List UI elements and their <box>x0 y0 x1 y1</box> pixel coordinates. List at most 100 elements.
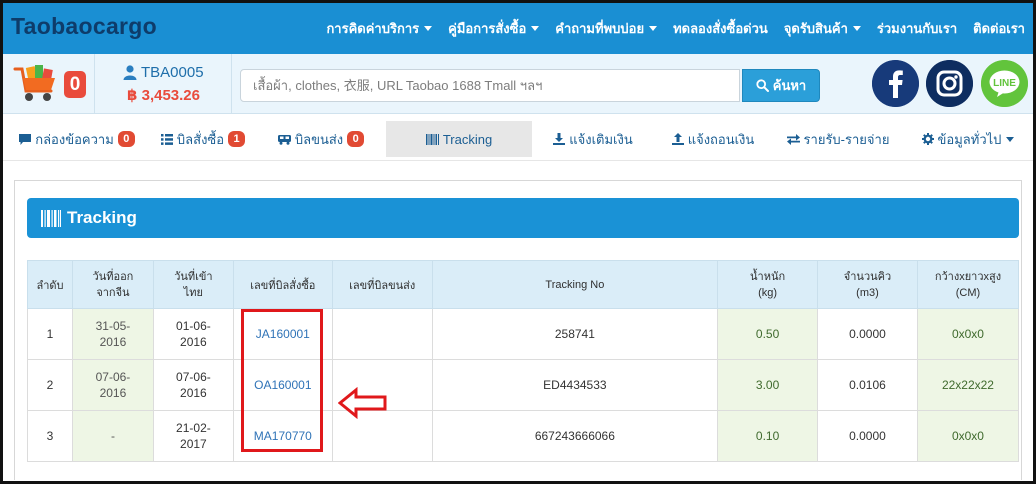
chevron-down-icon <box>852 26 861 31</box>
tab-topup[interactable]: แจ้งเติมเงิน <box>543 121 643 157</box>
col-header-dims: กว้างxยาวxสูง (CM) <box>916 260 1020 309</box>
nav-pricing-label: การคิดค่าบริการ <box>326 21 420 36</box>
chevron-down-icon <box>649 26 658 31</box>
cell-in-th: 07-06-2016 <box>152 359 234 411</box>
nav-order-guide[interactable]: คู่มือการสั่งซื้อ <box>448 18 540 39</box>
cell-cbm: 0.0000 <box>817 410 918 462</box>
nav-contact[interactable]: ติดต่อเรา <box>973 18 1025 39</box>
tab-tracking[interactable]: Tracking <box>386 121 532 157</box>
cell-weight: 0.50 <box>717 308 819 360</box>
col-header-weight: น้ำหนัก (kg) <box>717 260 819 309</box>
tab-shipping-bills[interactable]: บิลขนส่ง 0 <box>271 121 371 157</box>
upload-icon <box>671 133 684 145</box>
tab-income-expense[interactable]: รายรับ-รายจ่าย <box>784 121 892 157</box>
tab-orders-label: บิลสั่งซื้อ <box>176 131 225 147</box>
tab-withdraw-label: แจ้งถอนเงิน <box>687 131 755 147</box>
annotation-arrow-left-icon <box>338 387 387 419</box>
line-app-icon[interactable]: LINE <box>981 60 1028 107</box>
top-navbar: Taobaocargo การคิดค่าบริการ คู่มือการสั่… <box>3 3 1033 54</box>
list-icon <box>160 133 173 145</box>
tab-shipping-bills-label: บิลขนส่ง <box>294 131 344 147</box>
nav-trial-order[interactable]: ทดลองสั่งซื้อด่วน <box>673 18 768 39</box>
cell-out-cn: - <box>71 410 154 462</box>
cell-no: 3 <box>27 410 73 462</box>
col-header-no: ลำดับ <box>27 260 73 309</box>
shopping-cart-icon[interactable] <box>13 63 61 105</box>
cell-dims: 0x0x0 <box>916 410 1020 462</box>
gear-icon <box>921 133 934 145</box>
col-header-out-cn: วันที่ออกจากจีน <box>71 260 154 309</box>
cell-in-th: 01-06-2016 <box>152 308 234 360</box>
tab-topup-label: แจ้งเติมเงิน <box>569 131 633 147</box>
table-row: 1 31-05-2016 01-06-2016 JA160001 258741 … <box>27 308 1020 360</box>
search-input[interactable] <box>240 69 740 102</box>
search-button-label: ค้นหา <box>772 78 807 93</box>
svg-text:LINE: LINE <box>993 78 1016 89</box>
cell-ship-bill <box>331 308 433 360</box>
cell-out-cn: 31-05-2016 <box>71 308 154 360</box>
user-info: TBA0005 ฿ 3,453.26 <box>94 54 232 113</box>
cell-tracking-no: 667243666066 <box>431 410 719 462</box>
brand-logo[interactable]: Taobaocargo <box>11 13 157 40</box>
nav-pricing[interactable]: การคิดค่าบริการ <box>326 18 433 39</box>
nav-pickup-points-label: จุดรับสินค้า <box>783 21 848 36</box>
user-id: TBA0005 <box>141 64 204 81</box>
tab-general-info-label: ข้อมูลทั่วไป <box>937 131 1002 147</box>
cell-out-cn: 07-06-2016 <box>71 359 154 411</box>
tab-general-info[interactable]: ข้อมูลทั่วไป <box>913 121 1023 157</box>
download-icon <box>553 133 566 145</box>
search-button[interactable]: ค้นหา <box>742 69 820 102</box>
nav-pickup-points[interactable]: จุดรับสินค้า <box>784 18 861 39</box>
wallet-balance: ฿ 3,453.26 <box>127 87 200 104</box>
col-header-in-th: วันที่เข้าไทย <box>152 260 234 309</box>
chevron-down-icon <box>1006 136 1015 142</box>
panel-header: Tracking <box>27 198 1019 238</box>
account-bar: 0 TBA0005 ฿ 3,453.26 ค้นหา <box>3 54 1033 114</box>
nav-contact-label: ติดต่อเรา <box>973 21 1025 36</box>
col-header-ship-bill: เลขที่บิลขนส่ง <box>331 260 433 309</box>
message-icon <box>19 133 32 145</box>
table-row: 2 07-06-2016 07-06-2016 OA160001 ED44345… <box>27 359 1020 411</box>
annotation-highlight-box <box>241 309 323 452</box>
nav-careers-label: ร่วมงานกับเรา <box>876 21 958 36</box>
chevron-down-icon <box>424 26 433 31</box>
cell-weight: 0.10 <box>717 410 819 462</box>
user-icon <box>123 65 137 80</box>
nav-trial-order-label: ทดลองสั่งซื้อด่วน <box>673 21 768 36</box>
facebook-icon[interactable] <box>872 60 919 107</box>
nav-faq[interactable]: คำถามที่พบบ่อย <box>555 18 658 39</box>
col-header-tracking-no: Tracking No <box>431 260 719 309</box>
page-frame: Taobaocargo การคิดค่าบริการ คู่มือการสั่… <box>0 0 1036 484</box>
tab-messages-label: กล่องข้อความ <box>35 131 114 147</box>
cart-count-badge[interactable]: 0 <box>64 71 86 98</box>
table-row: 3 - 21-02-2017 MA170770 667243666066 0.1… <box>27 410 1020 462</box>
search-icon <box>756 79 769 92</box>
nav-faq-label: คำถามที่พบบ่อย <box>555 21 645 36</box>
tracking-table: ลำดับ วันที่ออกจากจีน วันที่เข้าไทย เลขท… <box>27 260 1020 462</box>
cell-dims: 0x0x0 <box>916 308 1020 360</box>
cell-dims: 22x22x22 <box>916 359 1020 411</box>
tab-orders[interactable]: บิลสั่งซื้อ 1 <box>153 121 253 157</box>
cell-no: 2 <box>27 359 73 411</box>
tab-messages-badge: 0 <box>117 131 135 147</box>
nav-careers[interactable]: ร่วมงานกับเรา <box>877 18 957 39</box>
barcode-icon <box>425 133 439 145</box>
cell-weight: 3.00 <box>717 359 819 411</box>
chevron-down-icon <box>531 26 540 31</box>
user-id-line[interactable]: TBA0005 <box>123 64 204 81</box>
table-header-row: ลำดับ วันที่ออกจากจีน วันที่เข้าไทย เลขท… <box>27 260 1020 309</box>
tab-income-expense-label: รายรับ-รายจ่าย <box>803 131 890 147</box>
tab-shipping-bills-badge: 0 <box>347 131 365 147</box>
instagram-icon[interactable] <box>926 60 973 107</box>
cell-in-th: 21-02-2017 <box>152 410 234 462</box>
cell-tracking-no: 258741 <box>431 308 719 360</box>
tab-tracking-label: Tracking <box>442 131 493 147</box>
barcode-icon <box>41 209 61 227</box>
account-tabs: กล่องข้อความ 0 บิลสั่งซื้อ 1 บิลขนส่ง 0 … <box>3 115 1033 161</box>
top-nav-menu: การคิดค่าบริการ คู่มือการสั่งซื้อ คำถามท… <box>310 3 1025 54</box>
nav-order-guide-label: คู่มือการสั่งซื้อ <box>448 21 527 36</box>
tab-withdraw[interactable]: แจ้งถอนเงิน <box>660 121 766 157</box>
exchange-icon <box>786 133 800 145</box>
truck-icon <box>277 134 291 145</box>
tab-messages[interactable]: กล่องข้อความ 0 <box>15 121 139 157</box>
